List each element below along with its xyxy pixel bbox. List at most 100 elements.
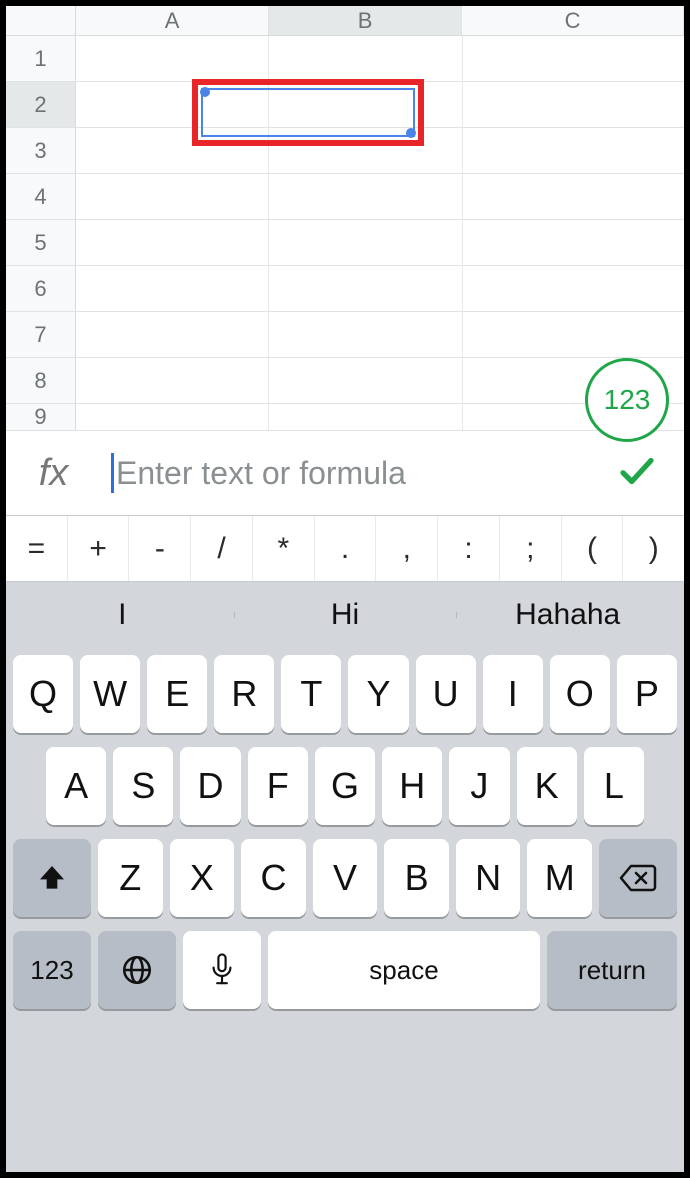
key-r[interactable]: R <box>214 655 274 733</box>
key-y[interactable]: Y <box>348 655 408 733</box>
key-u[interactable]: U <box>416 655 476 733</box>
key-numeric[interactable]: 123 <box>13 931 91 1009</box>
key-d[interactable]: D <box>180 747 240 825</box>
row-header-8[interactable]: 8 <box>6 358 76 403</box>
suggestion-1[interactable]: I <box>11 598 234 632</box>
cell-c3[interactable] <box>463 128 684 173</box>
sym-dot[interactable]: . <box>315 516 377 581</box>
cell-a1[interactable] <box>76 36 269 81</box>
key-n[interactable]: N <box>456 839 521 917</box>
cell-a8[interactable] <box>76 358 269 403</box>
key-row-bottom: 123 space return <box>11 924 679 1016</box>
key-z[interactable]: Z <box>98 839 163 917</box>
row-header-5[interactable]: 5 <box>6 220 76 265</box>
key-b[interactable]: B <box>384 839 449 917</box>
key-return[interactable]: return <box>547 931 677 1009</box>
sym-equals[interactable]: = <box>6 516 68 581</box>
key-mic[interactable] <box>183 931 261 1009</box>
suggestion-bar: I Hi Hahaha <box>11 582 679 648</box>
text-cursor <box>111 453 114 493</box>
key-i[interactable]: I <box>483 655 543 733</box>
sym-comma[interactable]: , <box>376 516 438 581</box>
cell-b8[interactable] <box>269 358 462 403</box>
cell-c2[interactable] <box>463 82 684 127</box>
sym-semicolon[interactable]: ; <box>500 516 562 581</box>
key-s[interactable]: S <box>113 747 173 825</box>
sym-minus[interactable]: - <box>129 516 191 581</box>
cell-a2[interactable] <box>76 82 269 127</box>
cell-c4[interactable] <box>463 174 684 219</box>
key-backspace[interactable] <box>599 839 677 917</box>
formula-input[interactable]: Enter text or formula <box>101 453 589 493</box>
numeric-mode-fab[interactable]: 123 <box>585 358 669 442</box>
key-k[interactable]: K <box>517 747 577 825</box>
cell-c6[interactable] <box>463 266 684 311</box>
key-j[interactable]: J <box>449 747 509 825</box>
cell-c1[interactable] <box>463 36 684 81</box>
cell-c7[interactable] <box>463 312 684 357</box>
key-a[interactable]: A <box>46 747 106 825</box>
corner-cell[interactable] <box>6 6 76 35</box>
column-header-a[interactable]: A <box>76 6 269 35</box>
cell-b4[interactable] <box>269 174 462 219</box>
cell-a5[interactable] <box>76 220 269 265</box>
row-9: 9 <box>6 404 684 430</box>
cell-b7[interactable] <box>269 312 462 357</box>
key-p[interactable]: P <box>617 655 677 733</box>
row-4: 4 <box>6 174 684 220</box>
cell-b5[interactable] <box>269 220 462 265</box>
column-header-b[interactable]: B <box>269 6 462 35</box>
key-w[interactable]: W <box>80 655 140 733</box>
globe-icon <box>120 953 154 987</box>
cell-b2[interactable] <box>269 82 462 127</box>
row-header-6[interactable]: 6 <box>6 266 76 311</box>
sym-plus[interactable]: + <box>68 516 130 581</box>
confirm-button[interactable] <box>589 450 684 497</box>
key-v[interactable]: V <box>313 839 378 917</box>
sym-slash[interactable]: / <box>191 516 253 581</box>
column-headers: A B C <box>6 6 684 36</box>
spreadsheet[interactable]: A B C 1 2 3 4 5 6 7 <box>6 6 684 430</box>
cell-b9[interactable] <box>269 404 462 430</box>
shift-icon <box>36 862 68 894</box>
formula-bar: fx Enter text or formula <box>6 430 684 516</box>
suggestion-2[interactable]: Hi <box>234 598 457 632</box>
cell-b6[interactable] <box>269 266 462 311</box>
row-header-3[interactable]: 3 <box>6 128 76 173</box>
key-shift[interactable] <box>13 839 91 917</box>
column-header-c[interactable]: C <box>462 6 684 35</box>
cell-a3[interactable] <box>76 128 269 173</box>
row-6: 6 <box>6 266 684 312</box>
key-h[interactable]: H <box>382 747 442 825</box>
cell-a9[interactable] <box>76 404 269 430</box>
key-space[interactable]: space <box>268 931 540 1009</box>
key-f[interactable]: F <box>248 747 308 825</box>
formula-placeholder: Enter text or formula <box>116 455 406 492</box>
key-g[interactable]: G <box>315 747 375 825</box>
cell-b1[interactable] <box>269 36 462 81</box>
row-header-1[interactable]: 1 <box>6 36 76 81</box>
key-l[interactable]: L <box>584 747 644 825</box>
sym-star[interactable]: * <box>253 516 315 581</box>
row-header-9[interactable]: 9 <box>6 404 76 430</box>
key-e[interactable]: E <box>147 655 207 733</box>
cell-a4[interactable] <box>76 174 269 219</box>
sym-lparen[interactable]: ( <box>562 516 624 581</box>
row-header-7[interactable]: 7 <box>6 312 76 357</box>
key-o[interactable]: O <box>550 655 610 733</box>
row-header-2[interactable]: 2 <box>6 82 76 127</box>
row-header-4[interactable]: 4 <box>6 174 76 219</box>
cell-c5[interactable] <box>463 220 684 265</box>
key-t[interactable]: T <box>281 655 341 733</box>
key-c[interactable]: C <box>241 839 306 917</box>
cell-a6[interactable] <box>76 266 269 311</box>
cell-a7[interactable] <box>76 312 269 357</box>
sym-rparen[interactable]: ) <box>623 516 684 581</box>
suggestion-3[interactable]: Hahaha <box>456 598 679 632</box>
key-m[interactable]: M <box>527 839 592 917</box>
key-x[interactable]: X <box>170 839 235 917</box>
key-globe[interactable] <box>98 931 176 1009</box>
cell-b3[interactable] <box>269 128 462 173</box>
key-q[interactable]: Q <box>13 655 73 733</box>
sym-colon[interactable]: : <box>438 516 500 581</box>
